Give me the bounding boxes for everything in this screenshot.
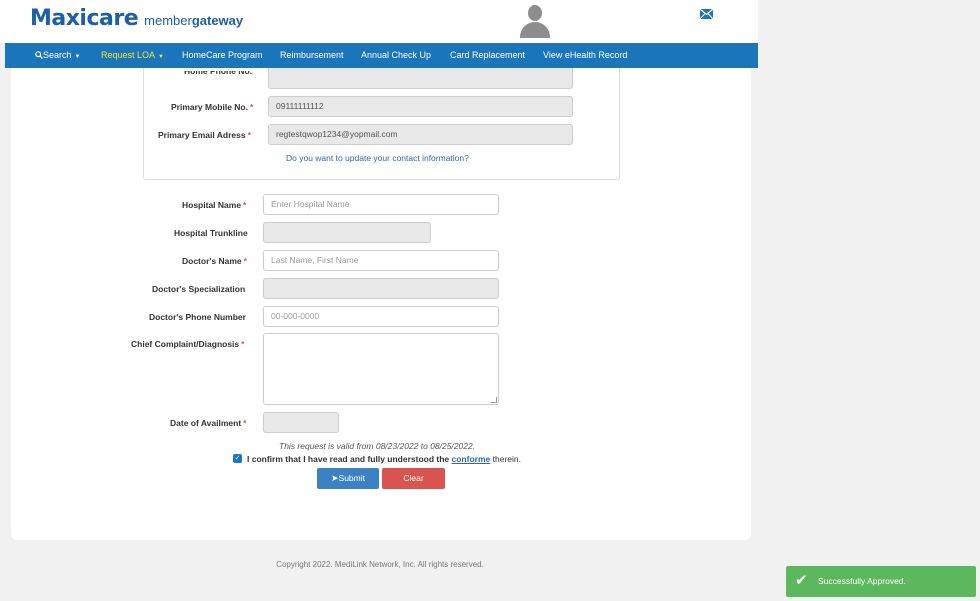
mobile-label-text: Primary Mobile No. [171,102,248,112]
copyright-text: Copyright 2022. MediLink Network, Inc. A… [276,560,484,569]
availment-label: Date of Availment * [170,418,246,428]
nav-search[interactable]: Search ▼ [35,43,80,68]
complaint-label-text: Chief Complaint/Diagnosis [131,339,240,349]
hospital-name-input[interactable]: Enter Hospital Name [263,194,499,215]
required-mark: * [241,339,245,349]
required-mark: * [243,256,247,266]
confirm-prefix: I confirm that I have read and fully und… [247,454,450,464]
logo-sub-light: member [144,13,192,28]
avatar-head [528,5,542,21]
submit-button[interactable]: ➤Submit [317,468,379,489]
main-navbar: Search ▼ Request LOA ▼ HomeCare Program Re… [5,43,758,68]
nav-ehealth-record[interactable]: View eHealth Record [543,43,627,68]
toast-message: Successfully Approved. [818,576,906,586]
nav-annual-checkup[interactable]: Annual Check Up [361,43,431,68]
nav-search-label: Search [43,50,72,60]
email-label-text: Primary Email Adress [158,130,246,140]
checkmark-icon: ✔ [795,572,808,589]
submit-label: Submit [338,473,365,483]
conforme-link[interactable]: conforme [452,454,491,464]
check-icon: ✓ [234,455,241,462]
home-phone-label: Home Phone No. [184,71,252,75]
validity-text: This request is valid from 08/23/2022 to… [279,441,476,451]
chevron-down-icon: ▼ [158,54,164,60]
search-icon [35,51,43,59]
email-field[interactable]: regtestqwop1234@yopmail.com [268,124,573,145]
update-contact-link[interactable]: Do you want to update your contact infor… [286,153,469,163]
hospital-name-label-text: Hospital Name [182,200,242,210]
home-phone-field[interactable] [268,68,573,89]
logo-sub-bold: gateway [191,13,244,28]
doctor-name-label-text: Doctor's Name [182,256,242,266]
required-mark: * [250,102,254,112]
doctor-specialization-label: Doctor's Specialization [152,284,246,294]
mail-icon[interactable] [700,9,713,19]
avatar[interactable] [520,5,550,39]
mobile-label: Primary Mobile No. * [171,102,253,112]
header: Maxicare membergateway [0,0,758,43]
nav-request-loa[interactable]: Request LOA ▼ [101,43,164,68]
doctor-name-label: Doctor's Name * [182,256,247,266]
nav-reimbursement[interactable]: Reimbursement [280,43,344,68]
nav-homecare[interactable]: HomeCare Program [182,43,263,68]
avatar-body [520,22,550,38]
complaint-textarea[interactable] [263,333,499,405]
confirm-checkbox[interactable]: ✓ [233,454,242,463]
clear-button[interactable]: Clear [382,468,445,489]
chevron-down-icon: ▼ [74,54,81,60]
doctor-phone-label: Doctor's Phone Number [149,312,246,322]
required-mark: * [247,130,251,140]
doctor-specialization-field[interactable] [263,278,499,299]
nav-request-loa-label: Request LOA [101,50,156,60]
success-toast[interactable]: ✔ Successfully Approved. [786,566,976,597]
required-mark: * [243,418,247,428]
mobile-field[interactable]: 09111111112 [268,96,573,117]
resize-handle-icon[interactable] [491,397,497,403]
availment-date-field[interactable] [263,412,339,433]
hospital-trunkline-label: Hospital Trunkline [174,228,248,238]
complaint-label: Chief Complaint/Diagnosis * [131,339,244,349]
email-label: Primary Email Adress * [158,130,251,140]
confirm-suffix: therein. [492,454,521,464]
confirm-text: I confirm that I have read and fully und… [247,454,521,464]
maxicare-logo[interactable]: Maxicare membergateway [30,6,243,31]
hospital-name-label: Hospital Name * [182,200,246,210]
required-mark: * [243,200,247,210]
send-icon: ➤ [330,473,339,483]
availment-label-text: Date of Availment [170,418,242,428]
nav-card-replacement[interactable]: Card Replacement [450,43,525,68]
doctor-name-input[interactable]: Last Name, First Name [263,250,499,271]
doctor-phone-input[interactable]: 00-000-0000 [263,306,499,327]
logo-main-text: Maxicare [30,6,139,31]
logo-sub-text: membergateway [144,13,243,28]
hospital-trunkline-field[interactable] [263,222,431,243]
